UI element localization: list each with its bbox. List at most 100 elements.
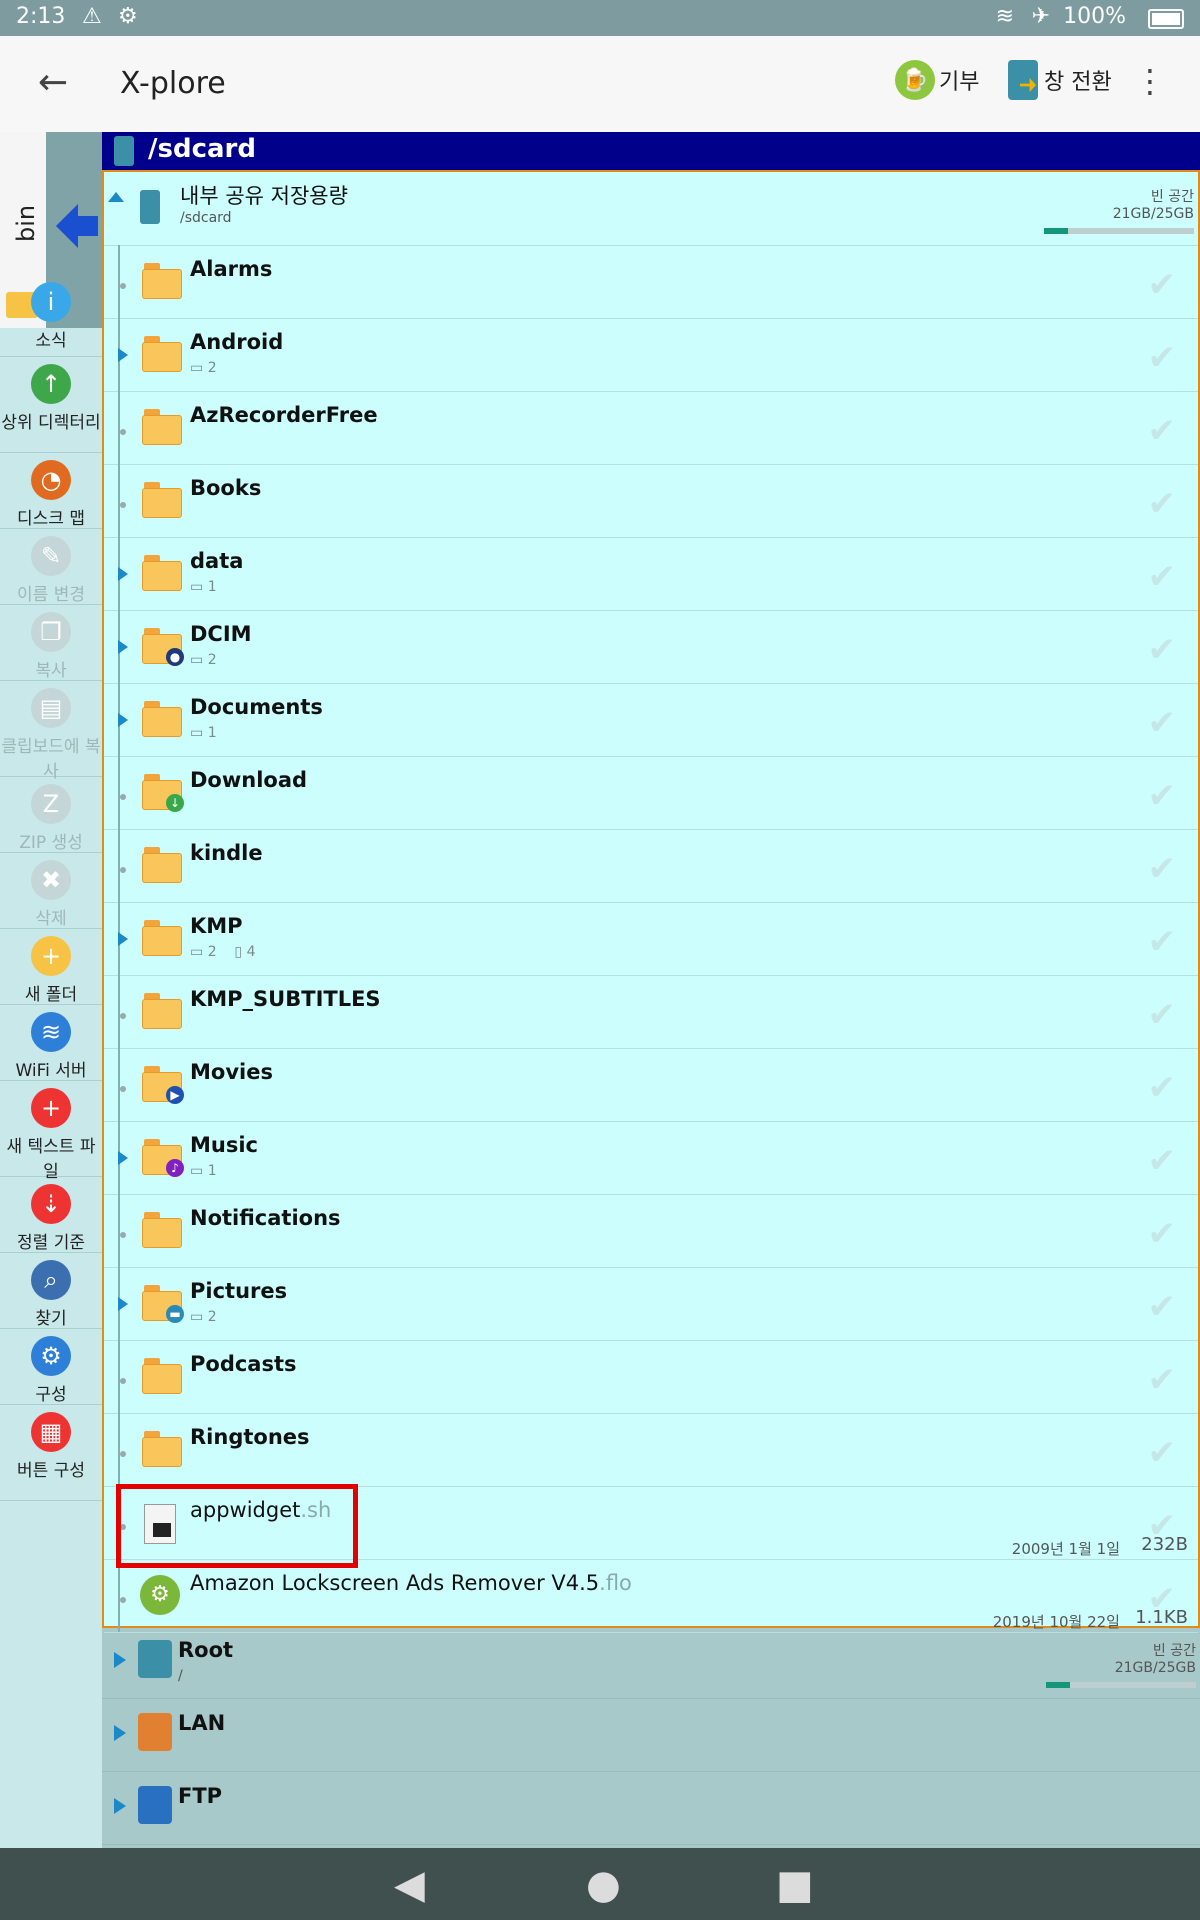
location-name: FTP: [178, 1784, 223, 1808]
button-config-icon: ▦: [31, 1412, 71, 1452]
folder-name: Notifications: [190, 1206, 341, 1230]
storage-name: 내부 공유 저장용량: [180, 184, 348, 208]
folder-row[interactable]: Android ▭ 2 ✔: [104, 318, 1198, 392]
select-check-icon[interactable]: ✔: [1148, 630, 1177, 670]
folder-row[interactable]: Documents ▭ 1 ✔: [104, 683, 1198, 757]
toolbar-button-label: WiFi 서버: [15, 1061, 87, 1081]
expand-arrow-icon[interactable]: [118, 348, 128, 362]
expand-arrow-icon[interactable]: [118, 713, 128, 727]
select-check-icon[interactable]: ✔: [1148, 1360, 1177, 1400]
path-bar[interactable]: /sdcard: [102, 132, 1200, 170]
folder-row[interactable]: ● DCIM ▭ 2 ✔: [104, 610, 1198, 684]
toolbar-button-wifi[interactable]: ≋ WiFi 서버: [0, 1004, 102, 1081]
select-check-icon[interactable]: ✔: [1148, 1433, 1177, 1473]
donate-button[interactable]: 🍺 기부: [895, 60, 979, 100]
bin-tab-label: bin: [12, 204, 40, 242]
expand-arrow-icon[interactable]: [118, 1151, 128, 1165]
select-check-icon[interactable]: ✔: [1148, 557, 1177, 597]
storage-row[interactable]: 내부 공유 저장용량 /sdcard 빈 공간 21GB/25GB: [104, 172, 1198, 246]
wifi-status-icon: ≋: [995, 4, 1014, 29]
expand-arrow-icon[interactable]: [118, 640, 128, 654]
location-name: Root: [178, 1638, 234, 1662]
folder-row[interactable]: Podcasts ✔: [104, 1340, 1198, 1414]
folder-icon: [142, 336, 182, 372]
folder-icon: [142, 920, 182, 956]
folder-row[interactable]: AzRecorderFree ✔: [104, 391, 1198, 465]
select-check-icon[interactable]: ✔: [1148, 922, 1177, 962]
new-folder-icon: +: [31, 936, 71, 976]
donate-label: 기부: [939, 70, 980, 95]
folder-row[interactable]: ▬ Pictures ▭ 2 ✔: [104, 1267, 1198, 1341]
expand-arrow-icon[interactable]: [114, 1798, 126, 1814]
folder-row[interactable]: kindle ✔: [104, 829, 1198, 903]
folder-row[interactable]: Notifications ✔: [104, 1194, 1198, 1268]
folder-row[interactable]: KMP_SUBTITLES ✔: [104, 975, 1198, 1049]
toolbar-button-label: 새 폴더: [24, 985, 78, 1005]
select-check-icon[interactable]: ✔: [1148, 1214, 1177, 1254]
folder-count: ▭ 1: [190, 725, 217, 741]
toolbar-button-disk-map[interactable]: ◔ 디스크 맵: [0, 452, 102, 529]
folder-icon: [142, 555, 182, 591]
back-arrow-icon[interactable]: ←: [38, 62, 68, 103]
folder-row[interactable]: ♪ Music ▭ 1 ✔: [104, 1121, 1198, 1195]
select-check-icon[interactable]: ✔: [1148, 776, 1177, 816]
toolbar-button-new-text-file[interactable]: + 새 텍스트 파일: [0, 1080, 102, 1182]
select-check-icon[interactable]: ✔: [1148, 1141, 1177, 1181]
left-arrow-icon: [56, 204, 78, 248]
phone-storage-icon: [138, 1640, 172, 1678]
expand-arrow-icon[interactable]: [118, 1297, 128, 1311]
select-check-icon[interactable]: ✔: [1148, 484, 1177, 524]
settings-icon: ⚙: [118, 4, 138, 29]
folder-row[interactable]: KMP ▭ 2 ▯ 4 ✔: [104, 902, 1198, 976]
folder-count: ▭ 2: [190, 1309, 217, 1325]
select-check-icon[interactable]: ✔: [1148, 411, 1177, 451]
toolbar-button-button-config[interactable]: ▦ 버튼 구성: [0, 1404, 102, 1501]
nav-recents-icon[interactable]: ■: [776, 1862, 814, 1908]
file-row[interactable]: ⚙ Amazon Lockscreen Ads Remover V4.5.flo ✔…: [104, 1559, 1198, 1633]
location-row-root[interactable]: Root / 빈 공간 21GB/25GB: [102, 1626, 1200, 1699]
app-title: X-plore: [120, 66, 226, 101]
zip-icon: Z: [31, 784, 71, 824]
folder-row[interactable]: Ringtones ✔: [104, 1413, 1198, 1487]
expand-arrow-icon[interactable]: [114, 1725, 126, 1741]
collapse-arrow-icon[interactable]: [108, 192, 124, 202]
folder-name: Documents: [190, 695, 323, 719]
toolbar-button-label: 찾기: [35, 1309, 67, 1329]
location-row-ftp[interactable]: FTP: [102, 1772, 1200, 1845]
toolbar-button-clipboard: ▤ 클립보드에 복사: [0, 680, 102, 782]
select-check-icon[interactable]: ✔: [1148, 265, 1177, 305]
battery-percent: 100%: [1063, 4, 1126, 29]
toolbar-button-up-arrow[interactable]: ↑ 상위 디렉터리: [0, 356, 102, 453]
select-check-icon[interactable]: ✔: [1148, 338, 1177, 378]
select-check-icon[interactable]: ✔: [1148, 995, 1177, 1035]
toolbar-button-info[interactable]: i 소식: [0, 274, 102, 357]
more-options-icon[interactable]: ⋮: [1134, 62, 1166, 100]
current-path: /sdcard: [148, 134, 256, 164]
select-check-icon[interactable]: ✔: [1148, 849, 1177, 889]
expand-arrow-icon[interactable]: [118, 932, 128, 946]
folder-name: Download: [190, 768, 308, 792]
select-check-icon[interactable]: ✔: [1148, 1287, 1177, 1327]
toolbar-button-copy: ❐ 복사: [0, 604, 102, 681]
folder-row[interactable]: ↓ Download ✔: [104, 756, 1198, 830]
folder-row[interactable]: ▶ Movies ✔: [104, 1048, 1198, 1122]
folder-row[interactable]: Books ✔: [104, 464, 1198, 538]
folder-row[interactable]: Alarms ✔: [104, 245, 1198, 319]
select-check-icon[interactable]: ✔: [1148, 703, 1177, 743]
expand-arrow-icon[interactable]: [118, 567, 128, 581]
folder-name: Movies: [190, 1060, 273, 1084]
free-space-value: 21GB/25GB: [1112, 206, 1194, 222]
folder-name: Podcasts: [190, 1352, 297, 1376]
nav-home-icon[interactable]: ●: [586, 1862, 621, 1908]
highlight-box: [116, 1484, 358, 1568]
switch-window-button[interactable]: 창 전환: [1008, 60, 1112, 100]
folder-row[interactable]: data ▭ 1 ✔: [104, 537, 1198, 611]
toolbar-button-new-folder[interactable]: + 새 폴더: [0, 928, 102, 1005]
toolbar-button-gear[interactable]: ⚙ 구성: [0, 1328, 102, 1405]
nav-back-icon[interactable]: ◀: [394, 1862, 425, 1908]
toolbar-button-sort[interactable]: ⇣ 정렬 기준: [0, 1176, 102, 1253]
select-check-icon[interactable]: ✔: [1148, 1068, 1177, 1108]
toolbar-button-search[interactable]: ⌕ 찾기: [0, 1252, 102, 1329]
expand-arrow-icon[interactable]: [114, 1652, 126, 1668]
location-row-lan[interactable]: LAN: [102, 1699, 1200, 1772]
